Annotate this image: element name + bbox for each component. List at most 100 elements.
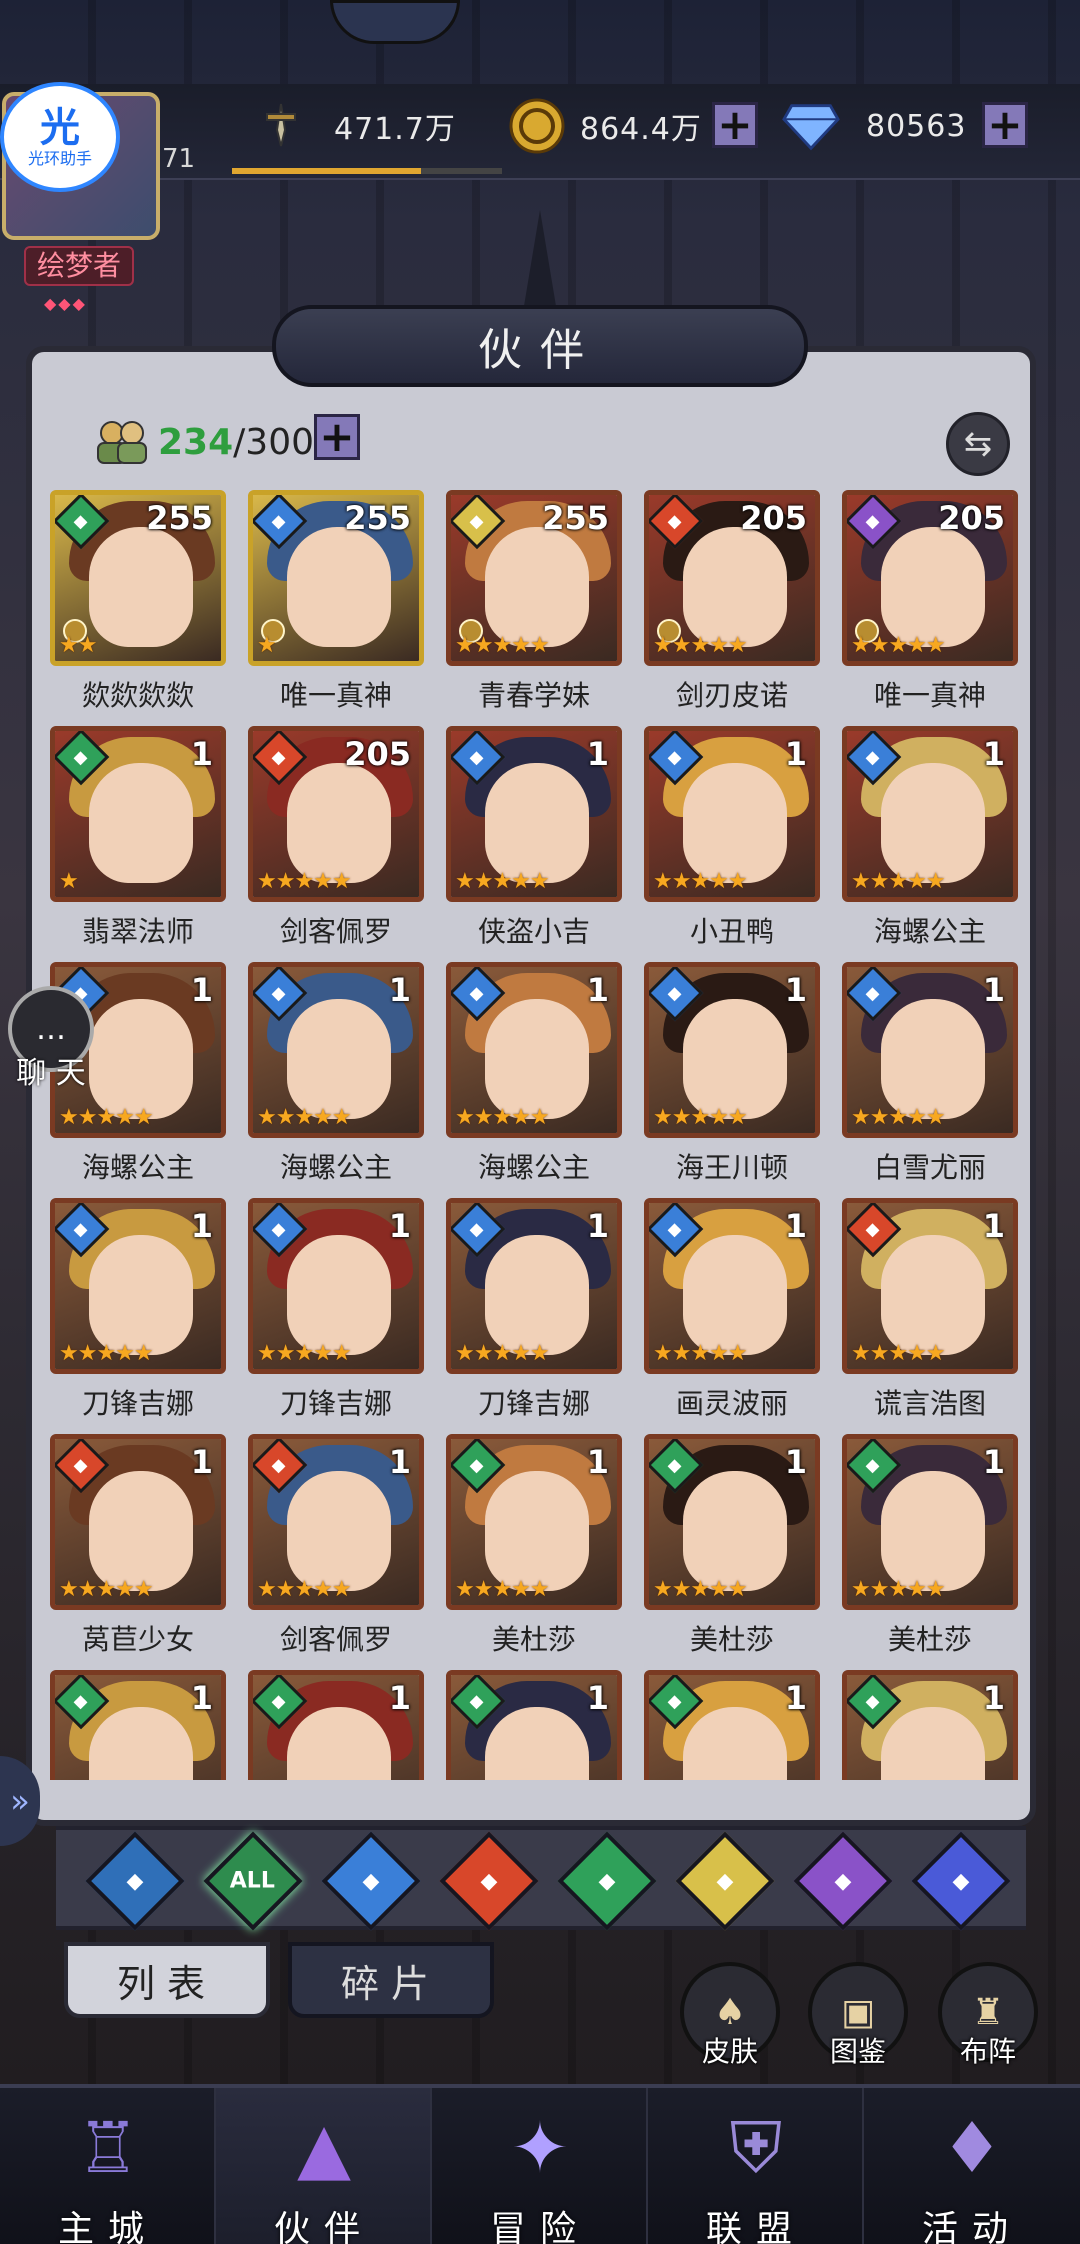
star-rating: ★★★★★ <box>653 869 748 894</box>
companion-card[interactable]: ◆ 1 ★★★★★ 谎言浩图 <box>842 1198 1018 1434</box>
sort-toggle-button[interactable]: ⇆ <box>946 412 1010 476</box>
star-rating: ★★★★★ <box>455 869 550 894</box>
companion-card[interactable]: ◆ 1 ★★★★★ 画灵波丽 <box>644 1198 820 1434</box>
filter-fire-button[interactable]: ◆ <box>439 1831 539 1931</box>
companion-card[interactable]: ◆ 255 ★ 唯一真神 <box>248 490 424 726</box>
chat-bubble-icon: … <box>36 1011 66 1047</box>
companion-name: 小丑鸭 <box>689 915 774 948</box>
xp-bar-fill <box>232 168 421 174</box>
nav-events-label: 活动 <box>921 2209 1022 2244</box>
filter-all-label: ALL <box>230 1868 276 1894</box>
companion-card[interactable]: ◆ 1 ★★★★★ 美杜莎 <box>644 1434 820 1670</box>
star-rating: ★★★★★ <box>851 1341 946 1366</box>
expand-roster-button[interactable]: + <box>314 414 360 460</box>
shield-icon: ⛨ <box>729 2106 783 2189</box>
filter-dark-button[interactable]: ◆ <box>793 1831 893 1931</box>
companion-name: 刀锋吉娜 <box>477 1387 590 1420</box>
companion-name: 海螺公主 <box>873 915 986 948</box>
companion-portrait: ◆ 205 ★★★★★ <box>248 726 424 902</box>
companion-card[interactable]: ◆ 1 ★★★★★ 海螺公主 <box>842 726 1018 962</box>
filter-up-button[interactable]: ◆ <box>85 1831 185 1931</box>
companion-card[interactable]: ◆ 1 <box>842 1670 1018 1780</box>
star-rating: ★★★★★ <box>59 1341 154 1366</box>
add-gold-button[interactable]: + <box>712 102 758 148</box>
companion-card[interactable]: ◆ 1 <box>50 1670 226 1780</box>
companion-card[interactable]: ◆ 1 <box>644 1670 820 1780</box>
nav-alliance-label: 联盟 <box>705 2209 806 2244</box>
star-rating: ★★★★★ <box>59 1105 154 1130</box>
companion-card[interactable]: ◆ 1 <box>248 1670 424 1780</box>
castle-icon: ♖ <box>76 2107 140 2189</box>
filter-all-button[interactable]: ALL <box>203 1831 303 1931</box>
companion-card[interactable]: ◆ 205 ★★★★★ 剑客佩罗 <box>248 726 424 962</box>
title-plate: 伙伴 <box>272 305 808 387</box>
companion-level: 205 <box>344 735 411 773</box>
companion-card[interactable]: ◆ 1 ★★★★★ 莴苣少女 <box>50 1434 226 1670</box>
portrait-face <box>683 763 787 883</box>
companion-card[interactable]: ◆ 1 ★★★★★ 刀锋吉娜 <box>446 1198 622 1434</box>
formation-label: 布阵 <box>959 2035 1016 2068</box>
companion-name: 剑刃皮诺 <box>675 679 788 712</box>
skins-icon: ♠ <box>713 1991 747 2033</box>
companion-card[interactable]: ◆ 1 ★★★★★ 美杜莎 <box>842 1434 1018 1670</box>
nav-city[interactable]: ♖ 主城 <box>0 2088 216 2244</box>
companion-card[interactable]: ◆ 1 ★★★★★ 刀锋吉娜 <box>248 1198 424 1434</box>
companion-level: 1 <box>190 1679 213 1717</box>
companion-card[interactable]: ◆ 1 ★★★★★ 海王川顿 <box>644 962 820 1198</box>
companion-card[interactable]: ◆ 1 ★★★★★ 白雪尤丽 <box>842 962 1018 1198</box>
portrait-face <box>485 527 589 647</box>
title-badge-gems: ◆◆◆ <box>44 294 87 313</box>
nav-alliance[interactable]: ⛨ 联盟 <box>648 2088 864 2244</box>
swap-icon: ⇆ <box>963 424 993 464</box>
helper-logo-glyph: 光 <box>40 105 80 151</box>
nav-adventure[interactable]: ✦ 冒险 <box>432 2088 648 2244</box>
companion-card[interactable]: ◆ 1 ★★★★★ 海螺公主 <box>446 962 622 1198</box>
tab-list[interactable]: 列表 <box>64 1942 270 2018</box>
companion-name: 美杜莎 <box>689 1623 774 1656</box>
companion-card[interactable]: ◆ 1 ★★★★★ 剑客佩罗 <box>248 1434 424 1670</box>
roster-count: 234 / 300 <box>86 414 314 470</box>
companion-portrait: ◆ 1 <box>644 1670 820 1780</box>
companion-card[interactable]: ◆ 1 ★ 翡翠法师 <box>50 726 226 962</box>
diamond-icon <box>782 97 840 155</box>
companion-portrait: ◆ 1 ★ <box>50 726 226 902</box>
cards-icon: ♦ <box>940 2107 1004 2189</box>
companion-card[interactable]: ◆ 1 <box>446 1670 622 1780</box>
companion-card[interactable]: ◆ 1 ★★★★★ 海螺公主 <box>248 962 424 1198</box>
companion-level: 255 <box>344 499 411 537</box>
portrait-face <box>287 763 391 883</box>
companion-portrait: ◆ 1 ★★★★★ <box>50 1198 226 1374</box>
portrait-face <box>485 763 589 883</box>
filter-water-button[interactable]: ◆ <box>321 1831 421 1931</box>
companion-portrait: ◆ 1 ★★★★★ <box>644 726 820 902</box>
companion-card[interactable]: ◆ 255 ★★★★★ 青春学妹 <box>446 490 622 726</box>
companion-level: 1 <box>388 1679 411 1717</box>
diamond-counter: 80563 <box>782 100 982 152</box>
gold-value: 864.4万 <box>580 112 702 147</box>
companion-card[interactable]: ◆ 1 ★★★★★ 小丑鸭 <box>644 726 820 962</box>
tab-fragments[interactable]: 碎片 <box>288 1942 494 2018</box>
companion-name: 莴苣少女 <box>81 1623 194 1656</box>
companion-card[interactable]: ◆ 1 ★★★★★ 美杜莎 <box>446 1434 622 1670</box>
title-badge[interactable]: 绘梦者 <box>24 246 134 286</box>
companion-level: 1 <box>388 971 411 1009</box>
filter-light-button[interactable]: ◆ <box>675 1831 775 1931</box>
add-diamond-button[interactable]: + <box>982 102 1028 148</box>
helper-logo[interactable]: 光 光环助手 <box>0 82 120 192</box>
companion-portrait: ◆ 1 <box>446 1670 622 1780</box>
nav-adventure-label: 冒险 <box>489 2209 590 2244</box>
nav-events[interactable]: ♦ 活动 <box>864 2088 1080 2244</box>
companion-card[interactable]: ◆ 1 ★★★★★ 刀锋吉娜 <box>50 1198 226 1434</box>
companion-card[interactable]: ◆ 205 ★★★★★ 剑刃皮诺 <box>644 490 820 726</box>
filter-cosmic-button[interactable]: ◆ <box>911 1831 1011 1931</box>
codex-label: 图鉴 <box>829 2035 886 2068</box>
companion-grid[interactable]: ◆ 255 ★★ 欻欻欻欻 ◆ 255 ★ 唯一真神 ◆ 255 ★★★★★ 青春学妹 ◆ 205 ★★★★… <box>50 490 1030 1780</box>
companion-card[interactable]: ◆ 1 ★★★★★ 侠盗小吉 <box>446 726 622 962</box>
nature-element-icon: ◆ <box>598 1868 616 1894</box>
filter-nature-button[interactable]: ◆ <box>557 1831 657 1931</box>
companion-level: 1 <box>190 971 213 1009</box>
gold-counter: 864.4万 <box>508 98 708 154</box>
nav-companions[interactable]: ▲ 伙伴 <box>216 2088 432 2244</box>
companion-card[interactable]: ◆ 255 ★★ 欻欻欻欻 <box>50 490 226 726</box>
companion-card[interactable]: ◆ 205 ★★★★★ 唯一真神 <box>842 490 1018 726</box>
